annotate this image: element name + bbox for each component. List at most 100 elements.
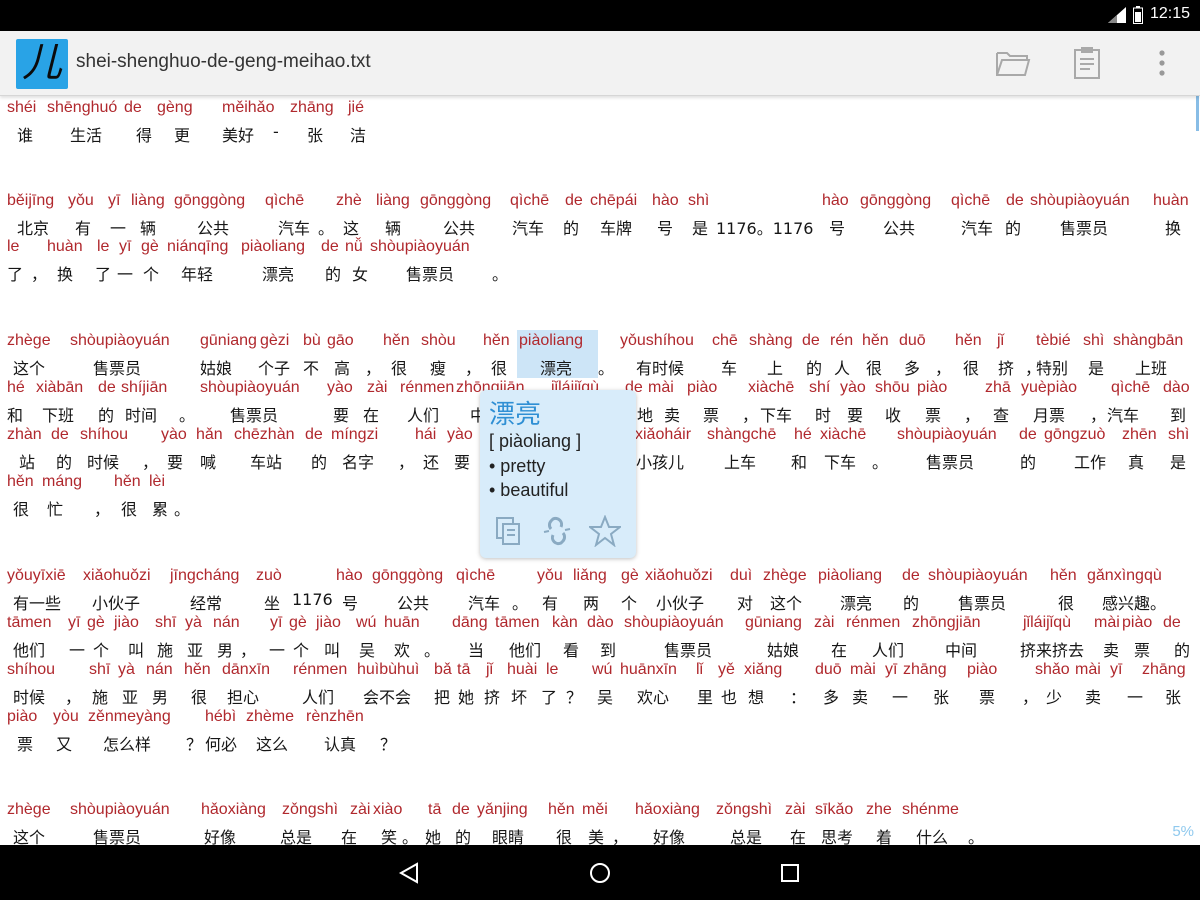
hanzi-word[interactable]: 汽车 bbox=[512, 215, 544, 239]
hanzi-word[interactable]: 汽车 bbox=[278, 215, 310, 239]
hanzi-word[interactable]: 他们 bbox=[13, 637, 45, 661]
pinyin-word[interactable]: nǚ bbox=[345, 238, 363, 256]
hanzi-word[interactable]: 有时候 bbox=[636, 355, 684, 379]
hanzi-word[interactable]: 忙 bbox=[47, 496, 63, 520]
pinyin-word[interactable]: máng bbox=[42, 473, 82, 491]
hanzi-word[interactable]: 。 bbox=[174, 496, 190, 520]
hanzi-word[interactable]: 售票员 bbox=[93, 824, 141, 845]
pinyin-word[interactable]: shì bbox=[1083, 332, 1104, 350]
pinyin-word[interactable]: hǎoxiàng bbox=[635, 801, 700, 819]
hanzi-word[interactable]: 真 bbox=[1128, 449, 1144, 473]
hanzi-word[interactable]: 个 bbox=[293, 637, 309, 661]
hanzi-word[interactable]: 小伙子 bbox=[92, 590, 140, 614]
pinyin-word[interactable]: zhège bbox=[7, 801, 51, 819]
hanzi-word[interactable]: 。 bbox=[492, 261, 508, 285]
pinyin-word[interactable]: zǒngshì bbox=[282, 801, 338, 819]
pinyin-word[interactable]: tèbié bbox=[1036, 332, 1071, 350]
hanzi-word[interactable]: 更 bbox=[174, 122, 190, 146]
hanzi-word[interactable]: 美好 bbox=[222, 122, 254, 146]
hanzi-word[interactable]: 很 bbox=[191, 684, 207, 708]
hanzi-word[interactable]: 和 bbox=[7, 402, 23, 426]
pinyin-word[interactable]: shíhou bbox=[80, 426, 128, 444]
pinyin-word[interactable]: zhème bbox=[246, 708, 294, 726]
hanzi-word[interactable]: 上 bbox=[767, 355, 783, 379]
folder-open-icon[interactable] bbox=[993, 43, 1033, 83]
pinyin-word[interactable]: de bbox=[1019, 426, 1037, 444]
pinyin-word[interactable]: tā bbox=[457, 661, 470, 679]
pinyin-word[interactable]: gè bbox=[289, 614, 307, 632]
hanzi-word[interactable]: ， bbox=[465, 355, 481, 379]
pinyin-word[interactable]: rènzhēn bbox=[306, 708, 364, 726]
pinyin-word[interactable]: yǒu bbox=[537, 567, 563, 585]
pinyin-word[interactable]: gèng bbox=[157, 99, 193, 117]
pinyin-word[interactable]: yī bbox=[108, 192, 120, 210]
hanzi-word[interactable]: ， bbox=[1090, 402, 1106, 426]
hanzi-word[interactable]: 的 bbox=[56, 449, 72, 473]
pinyin-word[interactable]: huìbùhuì bbox=[357, 661, 419, 679]
hanzi-word[interactable]: 月票 bbox=[1033, 402, 1065, 426]
pinyin-word[interactable]: hé bbox=[7, 379, 25, 397]
pinyin-word[interactable]: yě bbox=[718, 661, 735, 679]
hanzi-word[interactable]: 洁 bbox=[350, 122, 366, 146]
pinyin-word[interactable]: zhège bbox=[763, 567, 807, 585]
hanzi-word[interactable]: 亚 bbox=[187, 637, 203, 661]
hanzi-word[interactable]: 售票员 bbox=[93, 355, 141, 379]
hanzi-word[interactable]: ， bbox=[935, 355, 951, 379]
pinyin-word[interactable]: liàng bbox=[131, 192, 165, 210]
pinyin-word[interactable]: yǒushíhou bbox=[620, 332, 694, 350]
pinyin-word[interactable]: hǎoxiàng bbox=[201, 801, 266, 819]
pinyin-word[interactable]: wú bbox=[356, 614, 376, 632]
pinyin-word[interactable]: míngzi bbox=[331, 426, 378, 444]
hanzi-word[interactable]: 挤 bbox=[484, 684, 500, 708]
hanzi-word[interactable]: ， bbox=[94, 496, 110, 520]
hanzi-word[interactable]: 会不会 bbox=[363, 684, 411, 708]
hanzi-word[interactable]: 谁 bbox=[17, 122, 33, 146]
overflow-menu-icon[interactable] bbox=[1142, 43, 1182, 83]
hanzi-word[interactable]: ， bbox=[142, 449, 158, 473]
hanzi-word[interactable]: 的 bbox=[806, 355, 822, 379]
pinyin-word[interactable]: jǐ bbox=[997, 332, 1004, 350]
hanzi-word[interactable]: 要 bbox=[333, 402, 349, 426]
hanzi-word[interactable]: 票 bbox=[1134, 637, 1150, 661]
pinyin-word[interactable]: zǒngshì bbox=[716, 801, 772, 819]
pinyin-word[interactable]: bù bbox=[303, 332, 321, 350]
hanzi-word[interactable]: 1176。1176 bbox=[716, 215, 813, 239]
hanzi-word[interactable]: 很 bbox=[13, 496, 29, 520]
pinyin-word[interactable]: liǎng bbox=[573, 567, 607, 585]
hanzi-word[interactable]: 要 bbox=[454, 449, 470, 473]
hanzi-word[interactable]: 要 bbox=[167, 449, 183, 473]
hanzi-word[interactable]: 认真 bbox=[324, 731, 356, 755]
hanzi-word[interactable]: 到 bbox=[600, 637, 616, 661]
pinyin-word[interactable]: shàngbān bbox=[1113, 332, 1183, 350]
hanzi-word[interactable]: 张 bbox=[307, 122, 323, 146]
hanzi-word[interactable]: 辆 bbox=[385, 215, 401, 239]
hanzi-word[interactable]: 的 bbox=[98, 402, 114, 426]
hanzi-word[interactable]: ， bbox=[964, 402, 980, 426]
pinyin-word[interactable]: lǐ bbox=[696, 661, 703, 679]
hanzi-word[interactable]: 很 bbox=[963, 355, 979, 379]
pinyin-word[interactable]: rénmen bbox=[400, 379, 454, 397]
clipboard-icon[interactable] bbox=[1067, 43, 1107, 83]
pinyin-word[interactable]: gè bbox=[87, 614, 105, 632]
hanzi-word[interactable]: 汽车 bbox=[1107, 402, 1139, 426]
hanzi-word[interactable]: 一 bbox=[117, 261, 133, 285]
hanzi-word[interactable]: 号 bbox=[342, 590, 358, 614]
hanzi-word[interactable]: 多 bbox=[904, 355, 920, 379]
hanzi-word[interactable]: 欢心 bbox=[637, 684, 669, 708]
hanzi-word[interactable]: 。 bbox=[512, 590, 528, 614]
pinyin-word[interactable]: shōu bbox=[875, 379, 910, 397]
hanzi-word[interactable]: 要 bbox=[847, 402, 863, 426]
pinyin-word[interactable]: gōnggòng bbox=[174, 192, 245, 210]
hanzi-word[interactable]: 何必 bbox=[205, 731, 237, 755]
hanzi-word[interactable]: ， bbox=[65, 684, 81, 708]
pinyin-word[interactable]: shòupiàoyuán bbox=[200, 379, 300, 397]
pinyin-word[interactable]: duō bbox=[815, 661, 842, 679]
pinyin-word[interactable]: zài bbox=[350, 801, 370, 819]
pinyin-word[interactable]: de bbox=[305, 426, 323, 444]
hanzi-word[interactable]: 男 bbox=[152, 684, 168, 708]
pinyin-word[interactable]: piào bbox=[1122, 614, 1152, 632]
star-icon[interactable] bbox=[588, 514, 622, 548]
hanzi-word[interactable]: 个 bbox=[93, 637, 109, 661]
pinyin-word[interactable]: mài bbox=[1094, 614, 1120, 632]
hanzi-word[interactable]: 。 bbox=[872, 449, 888, 473]
